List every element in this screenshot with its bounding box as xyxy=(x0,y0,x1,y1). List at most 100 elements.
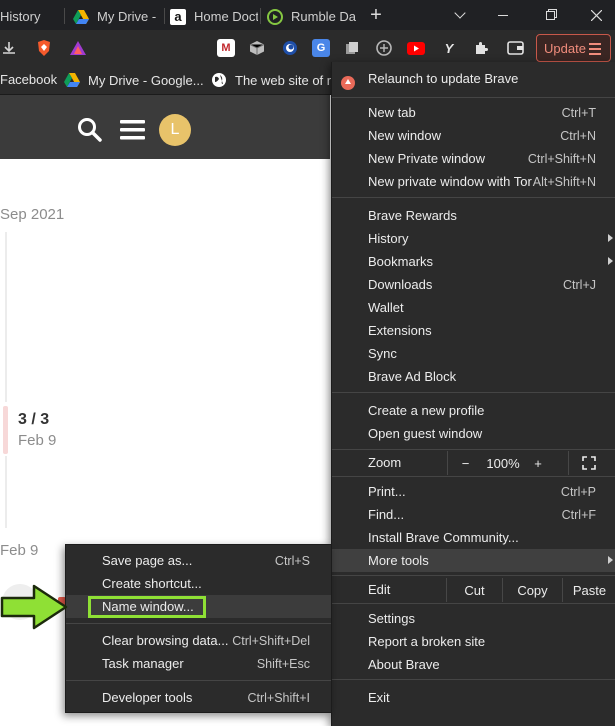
youtube-extension-icon[interactable] xyxy=(407,39,425,57)
menu-separator xyxy=(332,575,615,576)
restore-button[interactable] xyxy=(530,0,570,30)
tab-title: Home Doct xyxy=(194,9,258,24)
tab-title: History xyxy=(0,9,41,24)
menu-separator xyxy=(332,476,615,477)
google-drive-icon xyxy=(73,9,89,25)
translate-extension-icon[interactable]: G xyxy=(312,39,330,57)
google-drive-icon xyxy=(64,72,80,88)
tab-title: My Drive - xyxy=(97,9,157,24)
submenu-item-create-shortcut[interactable]: Create shortcut... xyxy=(66,572,331,595)
menu-item-new-tab[interactable]: New tab Ctrl+T xyxy=(332,101,615,124)
timeline-marker xyxy=(3,406,8,454)
tab-history[interactable]: History xyxy=(0,3,62,30)
download-icon[interactable] xyxy=(0,39,18,57)
search-icon[interactable] xyxy=(77,117,103,143)
submenu-item-developer-tools[interactable]: Developer tools Ctrl+Shift+I xyxy=(66,686,331,709)
toolbar: M G Y xyxy=(0,30,615,66)
menu-item-sync[interactable]: Sync xyxy=(332,342,615,365)
avatar[interactable]: L xyxy=(159,114,191,146)
app-menu: Relaunch to update Brave New tab Ctrl+T … xyxy=(331,62,615,726)
menu-item-more-tools[interactable]: More tools xyxy=(332,549,615,572)
menu-item-create-profile[interactable]: Create a new profile xyxy=(332,399,615,422)
minimize-icon xyxy=(498,14,508,16)
tab-divider xyxy=(64,8,65,24)
submenu-arrow-icon xyxy=(608,234,613,242)
fullscreen-button[interactable] xyxy=(568,451,608,475)
date-label: Feb 9 xyxy=(0,542,39,559)
menu-separator xyxy=(332,197,615,198)
update-label: Update xyxy=(544,40,586,56)
minimize-button[interactable] xyxy=(483,0,523,30)
menu-item-bookmarks[interactable]: Bookmarks xyxy=(332,250,615,273)
copy-extension-icon[interactable] xyxy=(343,39,361,57)
menu-item-wallet[interactable]: Wallet xyxy=(332,296,615,319)
submenu-arrow-icon xyxy=(608,257,613,265)
new-tab-button[interactable]: + xyxy=(357,0,395,30)
menu-separator xyxy=(332,449,615,450)
menu-separator xyxy=(332,97,615,98)
paste-button[interactable]: Paste xyxy=(562,578,615,602)
menu-item-about-brave[interactable]: About Brave xyxy=(332,653,615,676)
menu-item-brave-ad-block[interactable]: Brave Ad Block xyxy=(332,365,615,388)
menu-item-relaunch[interactable]: Relaunch to update Brave xyxy=(332,67,615,90)
bookmark-label: The web site of re xyxy=(235,72,339,88)
menu-separator xyxy=(332,679,615,680)
tab-title: Rumble Da xyxy=(291,9,356,24)
globe-icon xyxy=(211,72,227,88)
vpn-extension-icon[interactable] xyxy=(281,39,299,57)
menu-item-find[interactable]: Find... Ctrl+F xyxy=(332,503,615,526)
update-menu-button[interactable]: Update xyxy=(536,34,611,62)
menu-item-exit[interactable]: Exit xyxy=(332,686,615,709)
tab-home-doct[interactable]: a Home Doct xyxy=(170,3,258,30)
bookmark-my-drive[interactable]: My Drive - Google... xyxy=(64,72,204,88)
amazon-icon: a xyxy=(170,8,186,25)
wallet-icon[interactable] xyxy=(506,39,524,57)
zoom-out-button[interactable]: − xyxy=(447,451,483,475)
menu-item-print[interactable]: Print... Ctrl+P xyxy=(332,480,615,503)
tab-my-drive[interactable]: My Drive - xyxy=(73,3,163,30)
menu-item-brave-rewards[interactable]: Brave Rewards xyxy=(332,204,615,227)
submenu-item-clear-browsing-data[interactable]: Clear browsing data... Ctrl+Shift+Del xyxy=(66,629,331,652)
timeline-line xyxy=(5,232,7,402)
date-label: Feb 9 xyxy=(18,432,57,449)
menu-item-downloads[interactable]: Downloads Ctrl+J xyxy=(332,273,615,296)
item-count: 3 / 3 xyxy=(18,411,50,428)
menu-item-new-private-window[interactable]: New Private window Ctrl+Shift+N xyxy=(332,147,615,170)
submenu-item-save-page[interactable]: Save page as... Ctrl+S xyxy=(66,549,331,572)
menu-item-report-broken-site[interactable]: Report a broken site xyxy=(332,630,615,653)
cube-extension-icon[interactable] xyxy=(248,39,266,57)
zoom-in-button[interactable]: + xyxy=(523,451,553,475)
extensions-puzzle-icon[interactable] xyxy=(472,39,490,57)
menu-item-history[interactable]: History xyxy=(332,227,615,250)
brave-rewards-icon[interactable] xyxy=(69,39,87,57)
cut-button[interactable]: Cut xyxy=(446,578,502,602)
menu-item-settings[interactable]: Settings xyxy=(332,607,615,630)
menu-item-extensions[interactable]: Extensions xyxy=(332,319,615,342)
close-icon xyxy=(590,9,602,21)
zoom-level: 100% xyxy=(486,455,520,471)
brave-shields-icon[interactable] xyxy=(35,39,53,57)
bookmark-web-site[interactable]: The web site of re xyxy=(211,72,338,88)
close-window-button[interactable] xyxy=(576,0,615,30)
ycombinator-extension-icon[interactable]: Y xyxy=(440,39,458,57)
menu-separator xyxy=(332,603,615,604)
tab-search-button[interactable] xyxy=(440,0,480,30)
submenu-item-task-manager[interactable]: Task manager Shift+Esc xyxy=(66,652,331,675)
hamburger-icon[interactable] xyxy=(120,120,145,140)
update-arrow-icon xyxy=(341,76,355,90)
tab-rumble[interactable]: Rumble Da xyxy=(267,3,356,30)
mail-extension-icon[interactable]: M xyxy=(217,39,235,57)
cast-extension-icon[interactable] xyxy=(375,39,393,57)
menu-item-guest-window[interactable]: Open guest window xyxy=(332,422,615,445)
fullscreen-icon xyxy=(581,456,596,470)
timeline-line xyxy=(5,456,7,528)
copy-button[interactable]: Copy xyxy=(502,578,562,602)
menu-item-new-private-window-tor[interactable]: New private window with Tor Alt+Shift+N xyxy=(332,170,615,193)
edit-row: Edit Cut Copy Paste xyxy=(332,578,615,602)
menu-item-install-community[interactable]: Install Brave Community... xyxy=(332,526,615,549)
menu-item-new-window[interactable]: New window Ctrl+N xyxy=(332,124,615,147)
menu-separator xyxy=(66,680,331,681)
bookmark-facebook[interactable]: Facebook xyxy=(0,72,57,87)
more-tools-submenu: Save page as... Ctrl+S Create shortcut..… xyxy=(65,544,332,713)
bookmark-label: My Drive - Google... xyxy=(88,72,204,88)
